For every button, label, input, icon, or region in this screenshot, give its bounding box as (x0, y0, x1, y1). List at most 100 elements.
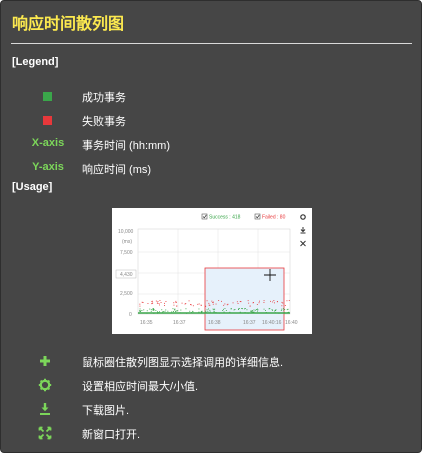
success-point (274, 310, 276, 312)
failed-point (253, 302, 254, 303)
usage-settings-text: 设置相应时间最大/小值. (82, 381, 199, 393)
failed-point (263, 300, 265, 302)
success-swatch (43, 92, 52, 101)
failed-count-label: Failed : 80 (262, 215, 286, 221)
failed-point (227, 303, 229, 305)
success-point (241, 308, 243, 309)
failed-point (248, 302, 250, 304)
success-point (265, 310, 266, 311)
success-checkbox (201, 213, 208, 220)
help-panel: 响应时间散列图 [Legend] 成功事务 失败事务 X-axis 事务时间 (… (0, 0, 422, 453)
title-divider (11, 43, 412, 44)
failed-point (206, 300, 208, 302)
x-tick-label: 16:40:16 (262, 320, 282, 326)
failed-point (159, 304, 160, 306)
failed-point (288, 300, 290, 301)
failed-point (200, 304, 202, 306)
success-point (246, 309, 248, 311)
success-point (167, 310, 169, 312)
success-point (242, 308, 243, 310)
failed-point (173, 302, 175, 304)
y-tick-label: 7,500 (120, 250, 133, 256)
success-point (286, 309, 288, 311)
success-point (161, 309, 163, 311)
failed-point (142, 302, 144, 303)
failed-point (188, 300, 190, 302)
failed-point (247, 300, 249, 302)
failed-point (139, 303, 141, 305)
usage-download-text: 下载图片. (82, 405, 130, 417)
success-point (269, 308, 271, 309)
failed-point (175, 300, 177, 302)
y-unit-label: (ms) (122, 239, 132, 245)
x-tick-label: 16:37 (173, 320, 186, 326)
success-point (171, 311, 173, 313)
failed-point (213, 301, 214, 303)
success-point (272, 309, 273, 311)
failed-point (173, 304, 175, 306)
success-point (231, 308, 232, 310)
failed-point (175, 302, 177, 303)
success-point (175, 311, 176, 313)
failed-point (185, 303, 187, 304)
success-point (280, 310, 282, 311)
failed-point (165, 301, 167, 302)
x-tick-label: 16:35 (140, 320, 153, 326)
success-point (189, 310, 191, 312)
usage-row-select: 鼠标圈住散列图显示选择调用的详细信息. (1, 353, 421, 371)
success-point (224, 308, 226, 309)
success-point (139, 310, 140, 312)
failed-point (198, 303, 200, 305)
failed-checkbox (254, 213, 261, 220)
x-tick-label: 16:38 (208, 320, 221, 326)
failed-point (263, 302, 265, 303)
usage-select-text: 鼠标圈住散列图显示选择调用的详细信息. (82, 357, 284, 369)
success-point (150, 310, 152, 312)
failed-swatch (43, 116, 52, 125)
success-point (256, 309, 257, 310)
success-point (140, 310, 142, 312)
success-point (164, 310, 166, 312)
failed-point (159, 300, 161, 301)
success-point (174, 308, 176, 310)
success-point (209, 309, 211, 311)
success-point (283, 309, 285, 311)
failed-point (160, 302, 162, 303)
success-point (139, 308, 141, 310)
success-point (157, 311, 158, 313)
success-point (253, 311, 255, 313)
success-point (153, 309, 155, 311)
y-axis-key: Y-axis (32, 161, 64, 173)
thumb-download-icon (300, 227, 306, 234)
success-point (253, 309, 255, 311)
failed-point (164, 302, 165, 304)
failed-point (208, 304, 210, 306)
failed-point (274, 302, 275, 304)
success-point (159, 311, 160, 313)
success-point (223, 311, 225, 313)
failed-point (152, 302, 154, 304)
usage-header: [Usage] (12, 181, 53, 193)
success-point (173, 309, 175, 311)
success-point (206, 309, 208, 311)
panel-title: 响应时间散列图 (12, 16, 125, 33)
success-point (192, 311, 194, 313)
legend-y-axis-text: 响应时间 (ms) (82, 164, 152, 176)
legend-row-success: 成功事务 (1, 88, 421, 106)
chart-thumbnail: Success : 418 Failed : 80 10,000 (ms) 7,… (112, 208, 312, 334)
thumb-expand-icon (300, 240, 306, 247)
failed-point (164, 305, 165, 306)
success-point (244, 308, 246, 309)
failed-point (141, 301, 143, 303)
expand-icon (38, 426, 52, 440)
failed-point (157, 302, 158, 304)
legend-x-axis-text: 事务时间 (hh:mm) (82, 140, 170, 152)
failed-point (277, 301, 278, 302)
success-point (281, 308, 283, 310)
success-point (254, 309, 256, 311)
failed-point (281, 301, 283, 303)
failed-point (151, 300, 153, 302)
success-point (207, 310, 209, 312)
success-point (234, 309, 236, 310)
legend-row-y-axis: Y-axis 响应时间 (ms) (1, 160, 421, 178)
